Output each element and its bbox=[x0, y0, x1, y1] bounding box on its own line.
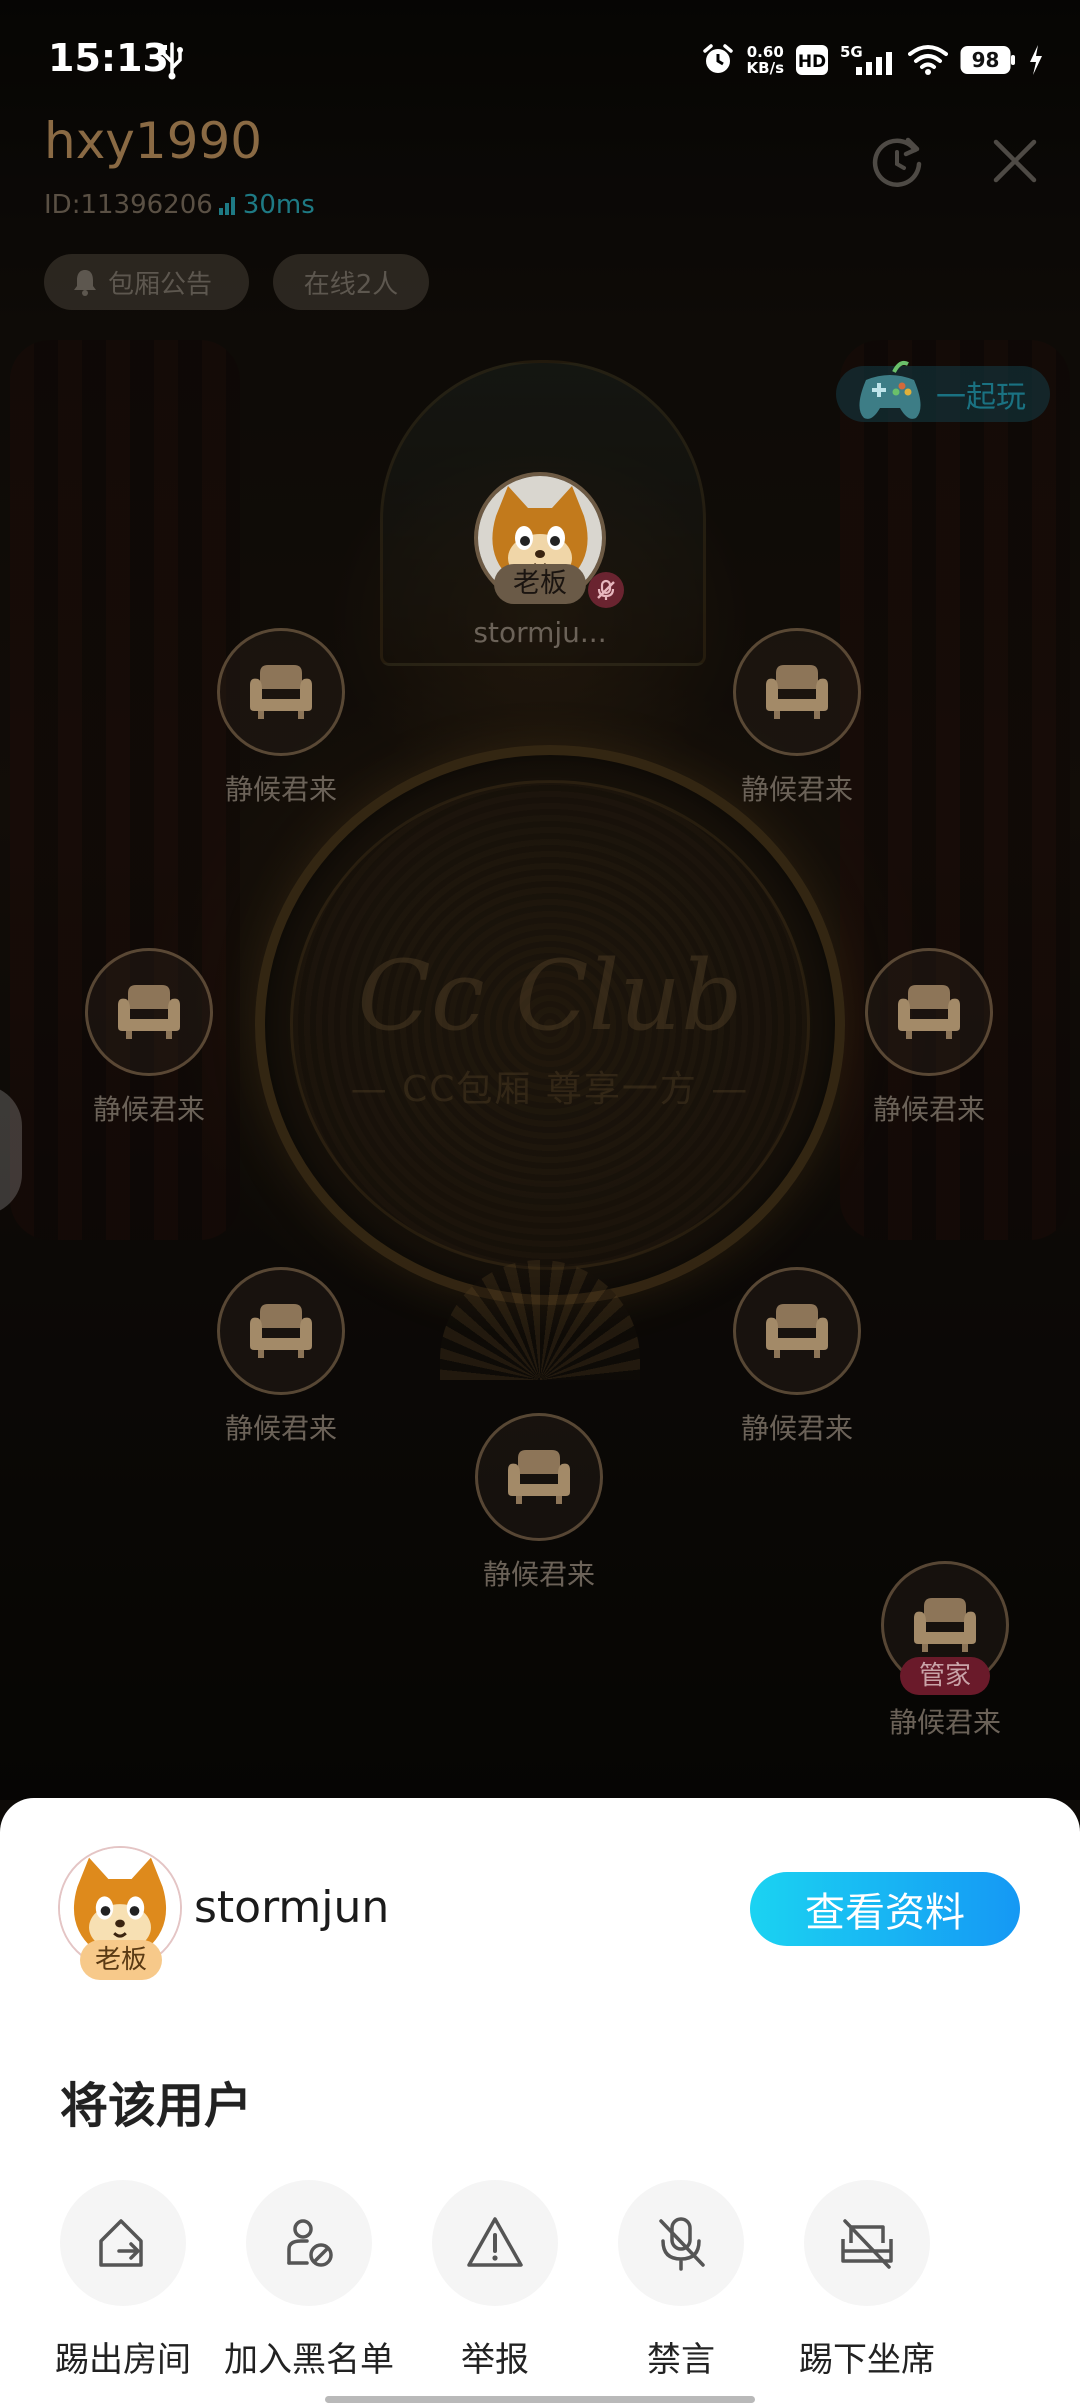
seat-label: 静候君来 bbox=[482, 1558, 595, 1591]
seat-4[interactable]: 静候君来 bbox=[829, 948, 1029, 1128]
sofa-icon bbox=[250, 665, 312, 719]
seat-5[interactable]: 静候君来 bbox=[181, 1267, 381, 1447]
room-notice-button[interactable]: 包厢公告 bbox=[44, 254, 249, 310]
action-list: 踢出房间 加入黑名单 举报 禁言 踢下坐席 bbox=[0, 2180, 1080, 2380]
view-profile-button[interactable]: 查看资料 bbox=[750, 1872, 1020, 1946]
svg-text:5G: 5G bbox=[840, 43, 863, 61]
usb-icon bbox=[161, 42, 183, 80]
remove-seat-icon bbox=[841, 2219, 893, 2269]
seat-6[interactable]: 静候君来 bbox=[697, 1267, 897, 1447]
report-button[interactable]: 举报 bbox=[395, 2180, 595, 2381]
seat-label: 静候君来 bbox=[224, 773, 337, 806]
seat-3[interactable]: 静候君来 bbox=[49, 948, 249, 1128]
seat-label: 静候君来 bbox=[224, 1412, 337, 1445]
sofa-icon bbox=[508, 1450, 570, 1504]
host-badge: 老板 bbox=[494, 564, 586, 604]
cellular-signal-icon: 5G bbox=[840, 43, 892, 75]
mic-muted-icon bbox=[588, 572, 624, 608]
ping-text: 30ms bbox=[242, 190, 315, 220]
alarm-icon bbox=[702, 44, 733, 73]
charging-icon bbox=[1030, 45, 1042, 75]
sofa-icon bbox=[766, 1304, 828, 1358]
seat-label: 静候君来 bbox=[740, 773, 853, 806]
seat-label: 静候君来 bbox=[872, 1093, 985, 1126]
seat-label: 静候君来 bbox=[740, 1412, 853, 1445]
action-heading: 将该用户 bbox=[60, 2078, 253, 2134]
play-together-button[interactable]: 一起玩 bbox=[836, 361, 1050, 422]
hd-icon: HD bbox=[796, 45, 828, 75]
mute-user-button[interactable]: 禁言 bbox=[581, 2180, 781, 2381]
seat-label: 静候君来 bbox=[888, 1706, 1001, 1739]
sofa-icon bbox=[766, 665, 828, 719]
seat-label: 静候君来 bbox=[92, 1093, 205, 1126]
steward-badge: 管家 bbox=[900, 1657, 990, 1695]
kick-out-icon bbox=[99, 2219, 143, 2267]
sofa-icon bbox=[250, 1304, 312, 1358]
refresh-button[interactable] bbox=[864, 128, 930, 194]
user-name: stormjun bbox=[194, 1882, 390, 1933]
kick-out-room-button[interactable]: 踢出房间 bbox=[23, 2180, 223, 2381]
user-badge: 老板 bbox=[80, 1940, 162, 1980]
seat-1[interactable]: 静候君来 bbox=[181, 628, 381, 808]
close-button[interactable] bbox=[982, 128, 1048, 194]
sofa-icon bbox=[914, 1598, 976, 1652]
host-seat[interactable]: 老板 stormju... bbox=[450, 472, 630, 649]
home-indicator[interactable] bbox=[325, 2396, 755, 2403]
report-icon bbox=[467, 2217, 523, 2267]
battery-icon: 98 bbox=[960, 44, 1016, 76]
remove-from-seat-button[interactable]: 踢下坐席 bbox=[767, 2180, 967, 2381]
seat-2[interactable]: 静候君来 bbox=[697, 628, 897, 808]
online-count-button[interactable]: 在线2人 bbox=[273, 254, 429, 310]
bell-icon bbox=[74, 270, 96, 296]
svg-text:HD: HD bbox=[798, 52, 826, 72]
sofa-icon bbox=[118, 985, 180, 1039]
net-speed: 0.60 KB/s bbox=[746, 43, 784, 77]
mute-icon bbox=[659, 2217, 705, 2271]
status-time: 15:13 bbox=[48, 36, 169, 80]
ping-signal-icon bbox=[218, 197, 235, 215]
gamepad-icon bbox=[859, 361, 921, 419]
status-bar: 15:13 0.60 KB/s HD 5G 98 bbox=[0, 0, 1080, 120]
room-id: ID:11396206 30ms bbox=[44, 190, 315, 220]
sofa-icon bbox=[898, 985, 960, 1039]
steward-seat[interactable]: 管家 静候君来 bbox=[845, 1561, 1045, 1741]
seat-7[interactable]: 静候君来 bbox=[439, 1413, 639, 1593]
host-name: stormju... bbox=[473, 616, 607, 649]
blacklist-icon bbox=[287, 2219, 333, 2267]
add-blacklist-button[interactable]: 加入黑名单 bbox=[209, 2180, 409, 2381]
user-action-sheet: 老板 stormjun 查看资料 将该用户 踢出房间 加入黑名单 举报 禁言 踢… bbox=[0, 1798, 1080, 2408]
wifi-icon bbox=[908, 45, 948, 75]
room-name: hxy1990 bbox=[44, 112, 263, 170]
